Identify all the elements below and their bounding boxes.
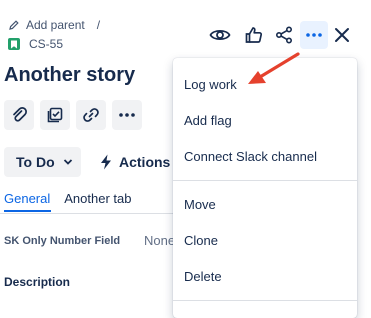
menu-divider (173, 180, 357, 181)
vote-button[interactable] (241, 22, 267, 48)
more-actions-menu: Log work Add flag Connect Slack channel … (173, 58, 357, 318)
status-dropdown[interactable]: To Do (4, 147, 81, 177)
breadcrumb-parent[interactable]: Add parent / (8, 17, 100, 33)
close-icon (335, 28, 349, 42)
actions-label: Actions (119, 154, 171, 170)
add-parent-link[interactable]: Add parent (26, 18, 85, 32)
share-icon (275, 26, 293, 44)
pencil-icon (9, 20, 19, 30)
close-button[interactable] (329, 22, 355, 48)
link-issue-button[interactable] (76, 100, 106, 130)
breadcrumb-issue[interactable]: CS-55 (8, 36, 63, 52)
status-label: To Do (16, 154, 55, 170)
add-child-button[interactable] (40, 100, 70, 130)
more-actions-button[interactable] (300, 21, 328, 49)
issue-title[interactable]: Another story (4, 64, 135, 87)
menu-item-move[interactable]: Move (184, 197, 216, 212)
link-icon (83, 108, 99, 122)
eye-icon (209, 29, 231, 41)
menu-item-connect-slack[interactable]: Connect Slack channel (184, 149, 317, 164)
field-value[interactable]: None (144, 233, 175, 248)
lightning-icon (101, 154, 111, 170)
annotation-arrow-icon (248, 52, 300, 84)
menu-item-delete[interactable]: Delete (184, 269, 222, 284)
watch-button[interactable] (207, 22, 233, 48)
menu-divider (173, 300, 357, 301)
checklist-icon (47, 107, 63, 123)
menu-item-log-work[interactable]: Log work (184, 77, 237, 92)
breadcrumb-separator: / (96, 18, 101, 32)
chevron-down-icon (63, 159, 72, 165)
active-tab-indicator (4, 210, 51, 212)
more-icon (119, 113, 135, 117)
menu-item-clone[interactable]: Clone (184, 233, 218, 248)
description-label: Description (4, 275, 71, 289)
paperclip-icon (13, 107, 27, 122)
field-label: SK Only Number Field (4, 235, 121, 247)
story-icon (8, 38, 20, 50)
share-button[interactable] (271, 22, 297, 48)
attach-button[interactable] (4, 100, 34, 130)
issue-key-link[interactable]: CS-55 (29, 37, 63, 51)
tab-another[interactable]: Another tab (64, 186, 131, 214)
toolbar-more-button[interactable] (112, 100, 142, 130)
actions-button[interactable]: Actions (100, 152, 170, 172)
thumbs-up-icon (245, 27, 263, 43)
more-icon (306, 33, 322, 37)
menu-item-add-flag[interactable]: Add flag (184, 113, 232, 128)
